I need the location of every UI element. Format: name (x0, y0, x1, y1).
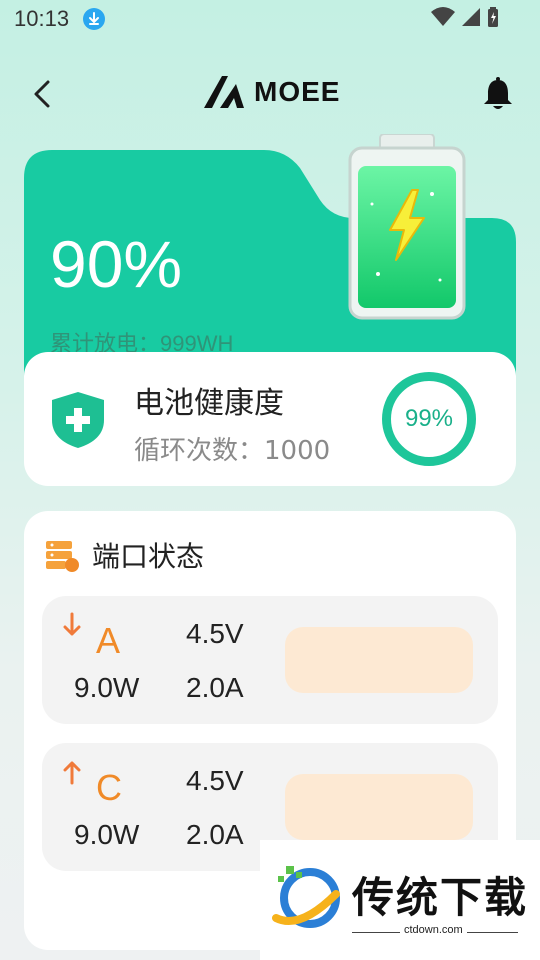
arrow-up-icon (63, 761, 81, 785)
status-time: 10:13 (14, 6, 70, 31)
status-icons (430, 6, 500, 28)
port-row-a[interactable]: A 9.0W 4.5V 2.0A (42, 596, 498, 724)
watermark-url: ctdown.com (400, 924, 467, 936)
port-server-icon (46, 541, 79, 572)
health-ring: 99% (382, 372, 476, 466)
watermark: 传统下载 ctdown.com (260, 840, 540, 960)
health-percentage: 99% (404, 405, 454, 432)
status-bar: 10:13 (0, 0, 540, 36)
moee-logo-icon (204, 76, 244, 108)
brand-name: MOEE (254, 76, 341, 107)
port-letter: C (96, 767, 122, 808)
wifi-icon (431, 7, 455, 26)
port-letter: A (96, 620, 121, 661)
port-current: 2.0A (186, 819, 244, 850)
port-voltage: 4.5V (186, 618, 244, 649)
brand-logo: MOEE (202, 74, 340, 110)
download-icon (83, 8, 105, 30)
health-title: 电池健康度 (134, 386, 284, 421)
cycle-count: 循环次数：1000 (134, 436, 331, 466)
battery-card: 90% 累计放电：999WH (24, 134, 516, 380)
battery-illustration-icon (348, 134, 466, 320)
port-power: 9.0W (74, 819, 140, 850)
port-current: 2.0A (186, 672, 244, 703)
app-header: MOEE (0, 60, 540, 130)
port-status-title: 端口状态 (92, 540, 205, 573)
back-button[interactable] (26, 74, 62, 114)
port-status-bar (285, 774, 473, 840)
battery-status-icon (488, 7, 498, 27)
signal-icon (462, 8, 480, 26)
arrow-down-icon (63, 612, 81, 636)
notification-button[interactable] (480, 74, 516, 114)
port-power: 9.0W (74, 672, 140, 703)
port-status-bar (285, 627, 473, 693)
watermark-title: 传统下载 (352, 873, 529, 922)
port-voltage: 4.5V (186, 765, 244, 796)
chevron-left-icon (34, 80, 50, 108)
bell-icon (484, 77, 512, 109)
shield-plus-icon (52, 392, 104, 448)
battery-health-card: 电池健康度 循环次数：1000 99% (24, 352, 516, 486)
battery-percentage: 90% (50, 227, 183, 301)
watermark-logo-icon (272, 866, 340, 928)
